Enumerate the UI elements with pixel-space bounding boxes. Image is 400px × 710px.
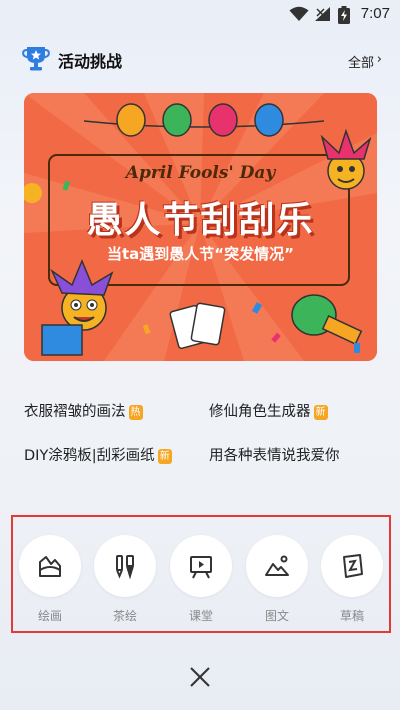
wifi-icon [289,6,309,21]
banner-title: 愚人节刮刮乐 [86,200,315,241]
tool-button[interactable] [321,535,383,597]
banner-english-title: April Fools' Day [125,163,276,183]
tool-paint[interactable]: 绘画 [18,535,82,624]
status-time: 7:07 [360,5,390,22]
tool-label: 草稿 [339,609,364,623]
activity-link-label: 修仙角色生成器 [209,404,311,420]
video-board-icon [190,556,212,579]
tool-tea-drawing[interactable]: 茶绘 [93,535,157,624]
new-badge: 新 [313,405,328,420]
hot-badge: 热 [128,405,143,420]
activity-link-label: 衣服褶皱的画法 [24,404,126,420]
view-all-link[interactable]: 全部 [348,52,374,71]
tool-classroom[interactable]: 课堂 [169,535,233,624]
paint-icon [39,556,61,577]
tool-label: 课堂 [188,609,213,623]
close-icon [190,667,210,687]
close-button[interactable] [186,663,214,691]
tool-image-text[interactable]: 图文 [245,535,309,624]
trophy-icon [22,47,50,71]
event-banner[interactable]: April Fools' Day 愚人节刮刮乐 当ta遇到愚人节“突发情况” [24,93,377,361]
signal-icon [315,7,330,21]
chevron-right-icon[interactable]: › [377,52,382,67]
activity-link[interactable]: 用各种表情说我爱你 [209,444,340,465]
tool-label: 茶绘 [112,609,137,623]
status-bar: 7:07 [0,0,400,28]
image-icon [265,555,289,576]
activity-link[interactable]: 衣服褶皱的画法热 [24,400,143,421]
section-header: 活动挑战 全部 › [0,44,400,74]
create-tools-panel: 绘画 茶绘 课堂 图文 草稿 [11,515,391,633]
tool-label: 绘画 [37,609,62,623]
activity-link-label: DIY涂鸦板|刮彩画纸 [24,448,155,464]
tool-button[interactable] [170,535,232,597]
battery-charging-icon [338,6,350,24]
tool-draft[interactable]: 草稿 [320,535,384,624]
new-badge: 新 [157,449,172,464]
tool-button[interactable] [246,535,308,597]
banner-subtitle: 当ta遇到愚人节“突发情况” [106,245,294,263]
tool-button[interactable] [94,535,156,597]
activity-link-label: 用各种表情说我爱你 [209,448,340,464]
tool-label: 图文 [264,609,289,623]
activity-link[interactable]: 修仙角色生成器新 [209,400,328,421]
section-title: 活动挑战 [58,52,123,71]
draft-icon [343,554,363,578]
tool-button[interactable] [19,535,81,597]
brush-pen-icon [116,555,134,580]
activity-link[interactable]: DIY涂鸦板|刮彩画纸新 [24,444,172,465]
